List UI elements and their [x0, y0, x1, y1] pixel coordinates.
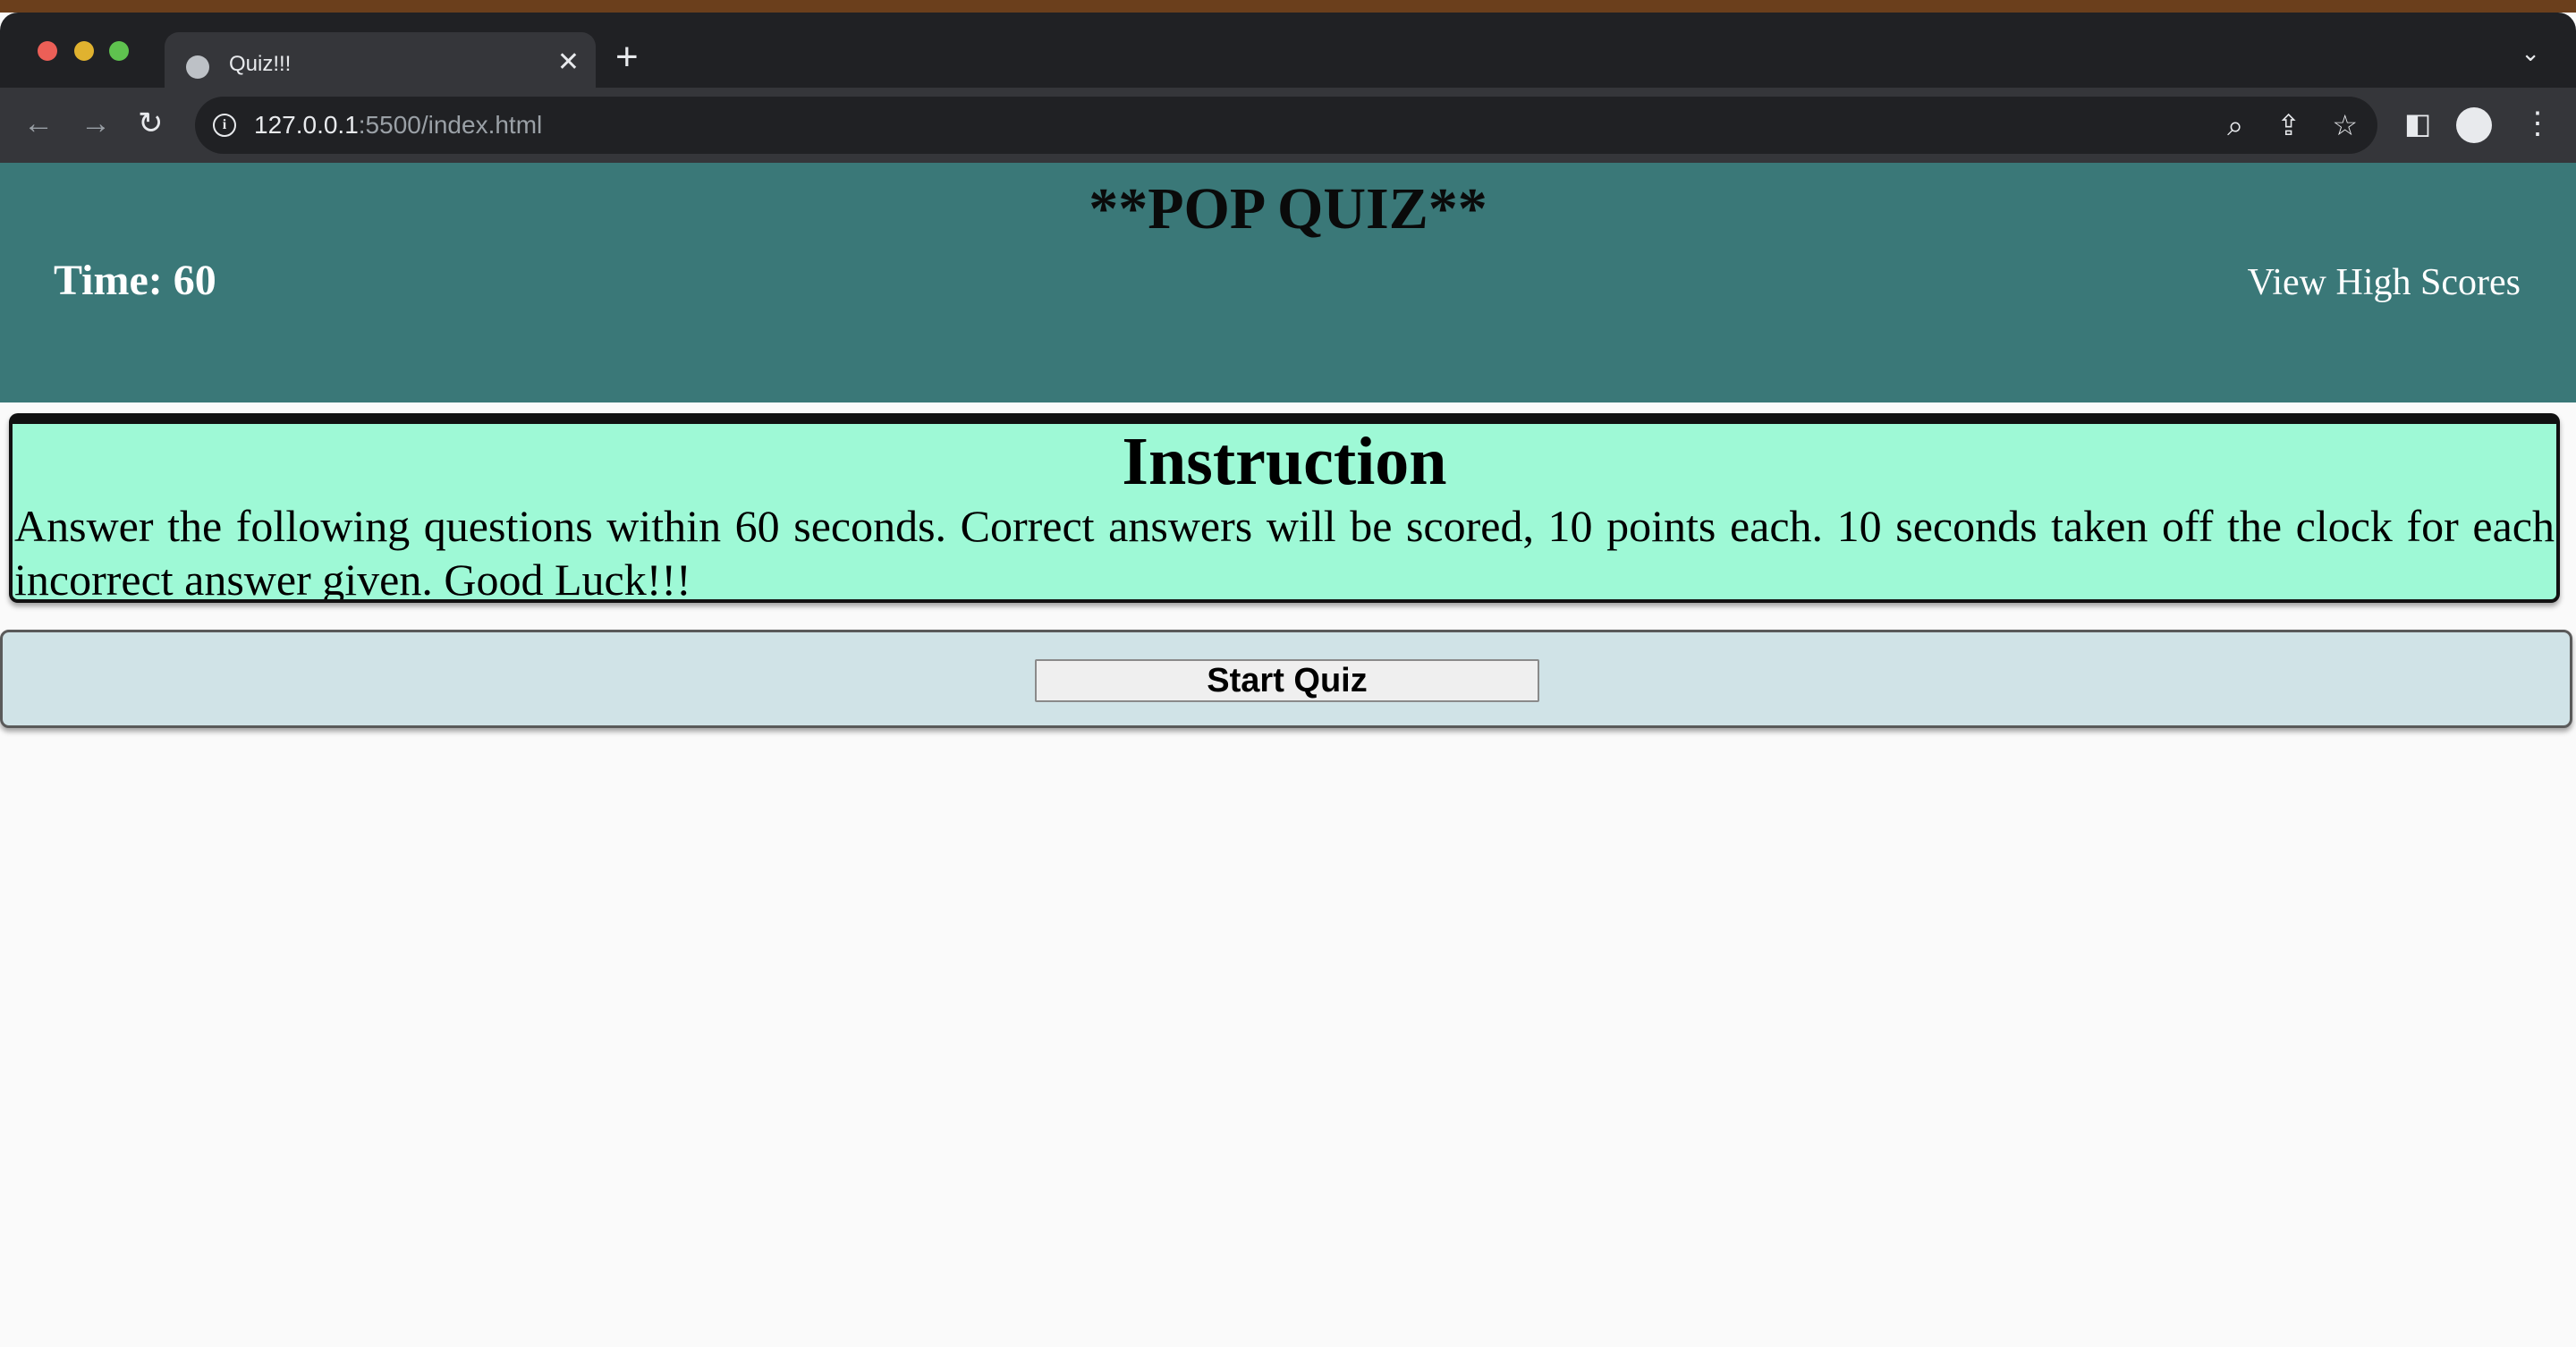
globe-icon: [186, 55, 209, 79]
profile-avatar-icon[interactable]: [2456, 107, 2492, 143]
url-host: 127.0.0.1: [254, 111, 359, 139]
maximize-window-button[interactable]: [109, 41, 129, 61]
url-text[interactable]: 127.0.0.1:5500/index.html: [254, 111, 542, 140]
close-tab-icon[interactable]: ✕: [557, 47, 580, 78]
browser-window-chrome: Quiz!!! ✕ + ⌄ ← → ↻ i 127.0.0.1:5500/ind…: [0, 13, 2576, 163]
start-section: Start Quiz: [0, 630, 2572, 728]
desktop-strip: [0, 0, 2576, 13]
view-high-scores-link[interactable]: View High Scores: [2248, 261, 2521, 304]
share-icon[interactable]: ⇪: [2276, 107, 2301, 143]
tab-title: Quiz!!!: [229, 52, 292, 76]
close-window-button[interactable]: [38, 41, 57, 61]
start-quiz-button[interactable]: Start Quiz: [1035, 659, 1539, 702]
page-title: **POP QUIZ**: [1089, 176, 1487, 241]
address-bar[interactable]: i 127.0.0.1:5500/index.html ⌕ ⇪ ☆: [195, 97, 2377, 154]
forward-arrow-icon[interactable]: →: [80, 106, 111, 141]
browser-menu-icon[interactable]: ⋮: [2522, 106, 2553, 141]
browser-toolbar: ← → ↻ i 127.0.0.1:5500/index.html ⌕ ⇪ ☆ …: [0, 88, 2576, 163]
new-tab-button[interactable]: +: [615, 38, 639, 77]
back-arrow-icon[interactable]: ←: [23, 106, 54, 141]
instruction-heading: Instruction: [1122, 424, 1447, 499]
page-content: **POP QUIZ** Time: 60 View High Scores I…: [0, 163, 2576, 1347]
timer-display: Time: 60: [54, 257, 216, 304]
tab-search-chevron-icon[interactable]: ⌄: [2521, 39, 2540, 67]
minimize-window-button[interactable]: [74, 41, 94, 61]
instruction-text: Answer the following questions within 60…: [14, 501, 2555, 603]
url-path: :5500/index.html: [358, 111, 543, 139]
bookmark-star-icon[interactable]: ☆: [2332, 107, 2358, 143]
quiz-header: **POP QUIZ** Time: 60 View High Scores: [0, 163, 2576, 402]
side-panel-icon[interactable]: ◧: [2404, 106, 2431, 141]
instruction-panel: Instruction Answer the following questio…: [9, 413, 2560, 603]
site-info-icon[interactable]: i: [213, 114, 236, 137]
reload-icon[interactable]: ↻: [138, 106, 164, 141]
zoom-icon[interactable]: ⌕: [2227, 107, 2243, 143]
